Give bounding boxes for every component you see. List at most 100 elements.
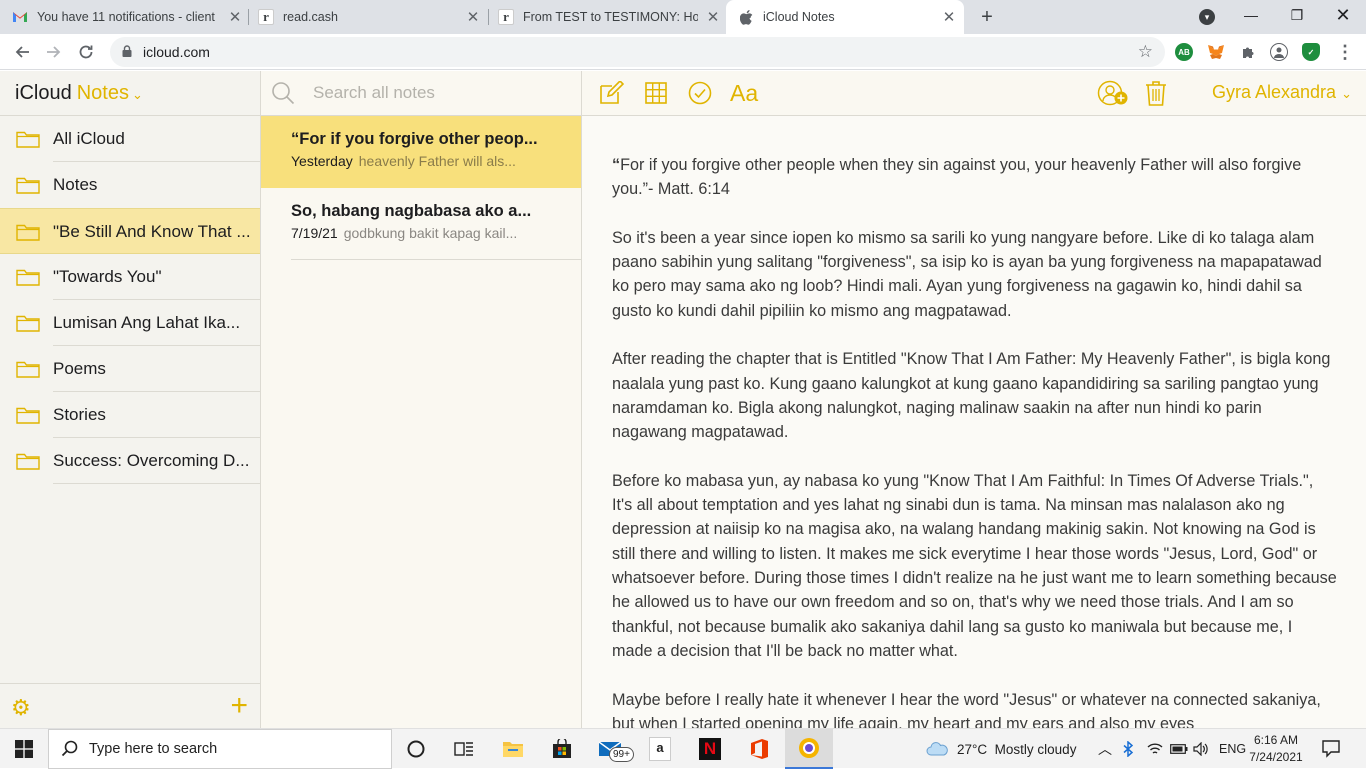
- netflix-icon[interactable]: N: [686, 729, 734, 769]
- browser-menu-icon[interactable]: ⋮: [1334, 41, 1356, 63]
- file-explorer-icon[interactable]: [489, 729, 537, 769]
- folder-icon: [16, 406, 40, 424]
- minimize-button[interactable]: —: [1228, 0, 1274, 30]
- quote-mark: “: [612, 156, 621, 174]
- notification-center-icon[interactable]: [1321, 738, 1343, 760]
- compose-icon[interactable]: [598, 80, 624, 106]
- shield-check-icon[interactable]: ✓: [1302, 43, 1320, 61]
- window-controls: — ❐ ✕: [1228, 0, 1366, 30]
- mail-icon[interactable]: 99+: [587, 729, 635, 769]
- taskbar-search-box[interactable]: Type here to search: [48, 729, 392, 769]
- tab-icloud-notes[interactable]: iCloud Notes ✕: [726, 0, 964, 34]
- windows-start-icon[interactable]: [0, 729, 48, 769]
- battery-icon[interactable]: [1170, 729, 1188, 769]
- system-clock[interactable]: 6:16 AM 7/24/2021: [1244, 732, 1308, 766]
- note-body[interactable]: “For if you forgive other people when th…: [612, 153, 1337, 760]
- search-input[interactable]: Search all notes: [313, 83, 435, 103]
- folder-label: "Be Still And Know That ...: [53, 222, 251, 241]
- bluetooth-icon[interactable]: [1123, 729, 1133, 769]
- tab-search-icon[interactable]: ▾: [1199, 9, 1215, 25]
- amazon-icon[interactable]: a: [636, 729, 684, 769]
- paragraph-text: After reading the chapter that is Entitl…: [612, 350, 1331, 442]
- window-close-button[interactable]: ✕: [1320, 0, 1366, 30]
- back-button[interactable]: [11, 41, 33, 63]
- tab-gmail[interactable]: You have 11 notifications - client ✕: [12, 0, 244, 34]
- app-brand[interactable]: iCloud Notes ⌄: [15, 82, 143, 105]
- editor-toolbar: Aa Gyra Alexandra ⌄: [582, 71, 1366, 116]
- tab-divider: [248, 9, 249, 25]
- folder-label: All iCloud: [53, 129, 125, 148]
- wifi-icon[interactable]: [1147, 729, 1163, 769]
- chevron-up-icon[interactable]: ︿: [1098, 729, 1112, 769]
- folder-icon: [16, 360, 40, 378]
- weather-widget[interactable]: 27°C Mostly cloudy: [926, 729, 1076, 769]
- chrome-canary-icon[interactable]: [785, 729, 833, 769]
- cortana-icon[interactable]: [392, 729, 440, 769]
- close-icon[interactable]: ✕: [226, 8, 244, 26]
- note-item[interactable]: So, habang nagbabasa ako a... 7/19/21 god…: [261, 188, 581, 260]
- tab-testimony[interactable]: r From TEST to TESTIMONY: How G ✕: [498, 0, 722, 34]
- note-preview: heavenly Father will als...: [358, 153, 516, 169]
- address-bar[interactable]: icloud.com ☆: [110, 37, 1165, 67]
- note-meta: Yesterday heavenly Father will als...: [291, 153, 546, 169]
- task-view-icon[interactable]: [440, 729, 488, 769]
- sidebar-folder-item[interactable]: Lumisan Ang Lahat Ika...: [0, 300, 260, 346]
- metamask-icon[interactable]: [1207, 43, 1225, 61]
- tab-title: From TEST to TESTIMONY: How G: [523, 10, 698, 24]
- arrow-right-icon: [47, 46, 61, 58]
- sidebar-folder-item[interactable]: "Be Still And Know That ...: [0, 208, 260, 254]
- sidebar-folder-item[interactable]: "Towards You": [0, 254, 260, 300]
- sidebar-folder-item[interactable]: Success: Overcoming D...: [0, 438, 260, 484]
- checklist-icon[interactable]: [688, 80, 712, 106]
- adblock-extension-icon[interactable]: AB: [1175, 43, 1193, 61]
- text-format-icon[interactable]: Aa: [730, 80, 758, 106]
- close-icon[interactable]: ✕: [940, 8, 958, 26]
- note-item[interactable]: “For if you forgive other peop... Yester…: [261, 116, 581, 188]
- office-icon[interactable]: [735, 729, 783, 769]
- trash-icon[interactable]: [1145, 80, 1167, 106]
- folder-icon: [16, 314, 40, 332]
- sidebar-folder-item[interactable]: All iCloud: [0, 116, 260, 162]
- table-icon[interactable]: [645, 80, 667, 106]
- add-folder-button[interactable]: +: [230, 689, 248, 723]
- browser-toolbar: icloud.com ☆ AB ✓ ⋮: [0, 34, 1366, 70]
- store-icon[interactable]: [538, 729, 586, 769]
- gear-icon[interactable]: ⚙: [11, 695, 31, 721]
- search-icon: [272, 82, 295, 105]
- apple-icon: [738, 9, 754, 25]
- note-paragraph: Before ko mabasa yun, ay nabasa ko yung …: [612, 469, 1337, 663]
- forward-button[interactable]: [43, 41, 65, 63]
- tab-readcash[interactable]: r read.cash ✕: [258, 0, 482, 34]
- sidebar-folder-item[interactable]: Poems: [0, 346, 260, 392]
- language-indicator[interactable]: ENG: [1219, 729, 1246, 769]
- profile-avatar-icon[interactable]: [1270, 43, 1288, 61]
- reload-button[interactable]: [75, 41, 97, 63]
- new-tab-button[interactable]: +: [975, 5, 999, 29]
- volume-icon[interactable]: [1193, 729, 1209, 769]
- folder-icon: [16, 268, 40, 286]
- note-meta: 7/19/21 godbkung bakit kapag kail...: [291, 225, 546, 241]
- folder-label: "Towards You": [53, 267, 162, 286]
- chevron-down-icon: ⌄: [1341, 86, 1352, 101]
- add-person-icon[interactable]: [1097, 80, 1129, 106]
- divider: [291, 259, 581, 260]
- note-paragraph: After reading the chapter that is Entitl…: [612, 347, 1337, 444]
- restore-button[interactable]: ❐: [1274, 0, 1320, 30]
- close-icon[interactable]: ✕: [704, 8, 722, 26]
- divider: [53, 483, 260, 484]
- user-name: Gyra Alexandra: [1212, 82, 1337, 102]
- tab-divider: [488, 9, 489, 25]
- icloud-notes-app: iCloud Notes ⌄ All iCloud Notes "Be Still …: [0, 71, 1366, 733]
- close-icon[interactable]: ✕: [464, 8, 482, 26]
- bookmark-star-icon[interactable]: ☆: [1138, 42, 1153, 62]
- note-date: 7/19/21: [291, 225, 338, 241]
- taskbar-search-text: Type here to search: [89, 741, 218, 757]
- search-bar[interactable]: Search all notes: [261, 71, 581, 116]
- note-date: Yesterday: [291, 153, 353, 169]
- sidebar-folder-item[interactable]: Notes: [0, 162, 260, 208]
- sidebar-folder-item[interactable]: Stories: [0, 392, 260, 438]
- account-menu[interactable]: Gyra Alexandra ⌄: [1212, 82, 1352, 103]
- extensions-puzzle-icon[interactable]: [1239, 43, 1257, 61]
- note-paragraph: So it's been a year since iopen ko mismo…: [612, 226, 1337, 323]
- mail-badge: 99+: [609, 747, 634, 762]
